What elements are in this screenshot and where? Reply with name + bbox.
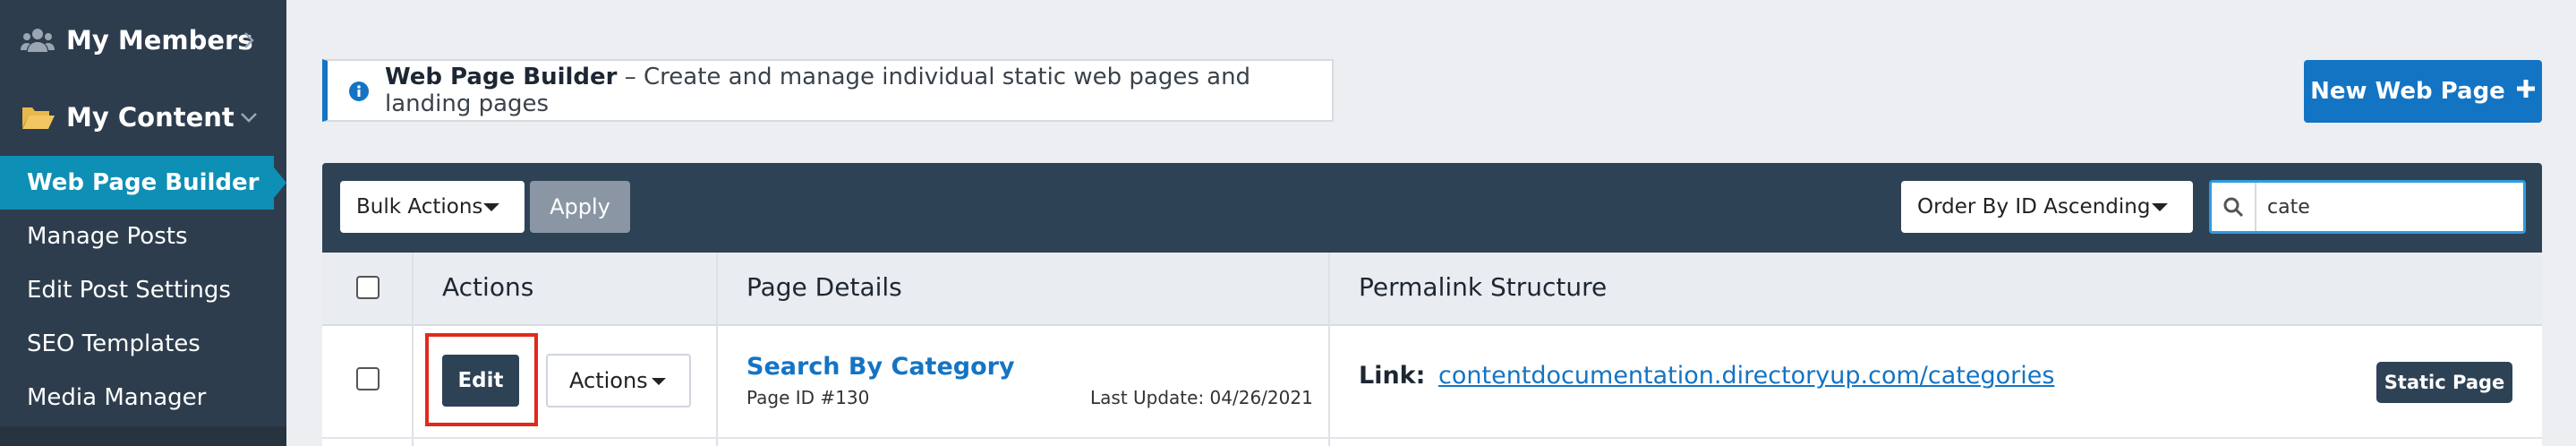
new-web-page-label: New Web Page: [2310, 78, 2505, 105]
permalink-label: Link:: [1359, 362, 1426, 390]
sidebar-item-my-members[interactable]: My Members: [0, 9, 286, 72]
sidebar-divider: [0, 426, 286, 446]
select-all-checkbox[interactable]: [356, 276, 380, 299]
caret-down-icon: [652, 378, 666, 385]
info-icon: [349, 81, 369, 101]
folder-open-icon: [20, 99, 55, 135]
banner-title: Web Page Builder: [385, 64, 618, 90]
chevron-down-icon: [238, 107, 260, 128]
chevron-right-icon: [238, 30, 260, 51]
row-checkbox[interactable]: [356, 367, 380, 390]
permalink-url[interactable]: contentdocumentation.directoryup.com/cat…: [1438, 362, 2054, 390]
sidebar-item-edit-post-settings[interactable]: Edit Post Settings: [0, 263, 286, 317]
users-icon: [20, 22, 55, 58]
static-page-badge: Static Page: [2376, 362, 2512, 403]
row-actions-label: Actions: [569, 368, 648, 393]
sidebar: My Members My Content Web Page Builder M…: [0, 0, 286, 446]
row-actions-dropdown[interactable]: Actions: [546, 354, 691, 407]
search-icon[interactable]: [2212, 183, 2256, 231]
column-header-actions: Actions: [442, 272, 534, 302]
caret-down-icon: [2152, 203, 2168, 211]
new-web-page-button[interactable]: New Web Page: [2304, 60, 2542, 123]
bulk-actions-label: Bulk Actions: [356, 195, 483, 219]
apply-button[interactable]: Apply: [530, 181, 630, 233]
search-box: [2209, 180, 2526, 234]
table-toolbar: Bulk Actions Apply Order By ID Ascending: [322, 163, 2542, 253]
sidebar-item-seo-templates[interactable]: SEO Templates: [0, 317, 286, 371]
column-header-page-details: Page Details: [746, 272, 902, 302]
sidebar-item-my-content[interactable]: My Content: [0, 86, 286, 149]
sidebar-item-media-manager[interactable]: Media Manager: [0, 371, 286, 425]
permalink: Link: contentdocumentation.directoryup.c…: [1359, 362, 2054, 390]
sidebar-item-manage-posts[interactable]: Manage Posts: [0, 210, 286, 263]
bulk-actions-select[interactable]: Bulk Actions: [340, 181, 525, 233]
caret-down-icon: [483, 203, 499, 211]
pages-table: Actions Page Details Permalink Structure…: [322, 253, 2542, 446]
edit-button[interactable]: Edit: [442, 355, 519, 407]
page-id: Page ID #130: [746, 387, 870, 408]
column-header-permalink: Permalink Structure: [1359, 272, 1608, 302]
last-update: Last Update: 04/26/2021: [1090, 387, 1313, 408]
sidebar-item-web-page-builder[interactable]: Web Page Builder: [0, 156, 286, 210]
order-by-label: Order By ID Ascending: [1917, 195, 2151, 219]
plus-icon: [2516, 78, 2536, 105]
sidebar-item-label: My Content: [66, 102, 235, 133]
info-banner: Web Page Builder – Create and manage ind…: [322, 59, 1334, 122]
page-title-link[interactable]: Search By Category: [746, 353, 1015, 381]
order-by-select[interactable]: Order By ID Ascending: [1901, 181, 2193, 233]
sidebar-item-label: My Members: [66, 25, 253, 56]
search-input[interactable]: [2256, 195, 2516, 219]
